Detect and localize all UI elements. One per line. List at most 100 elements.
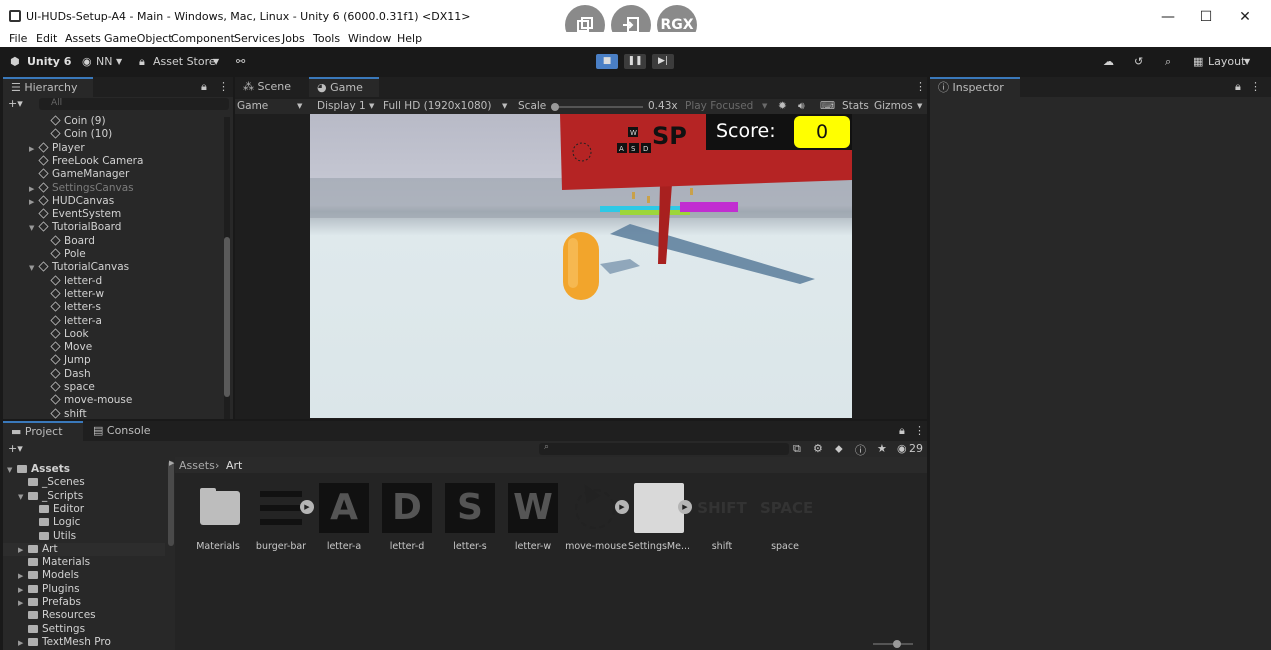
layout-dropdown[interactable]: Layout <box>1208 55 1245 68</box>
tab-hierarchy[interactable]: ☰ Hierarchy <box>3 77 93 97</box>
expand-right-icon[interactable]: ▶ <box>18 572 28 580</box>
asset-item[interactable]: ▶ move-mouse <box>563 480 629 552</box>
expand-right-icon[interactable]: ▶ <box>29 198 39 206</box>
zoom-slider-handle[interactable] <box>893 640 901 648</box>
lock-icon[interactable]: 🔒︎ <box>899 424 905 438</box>
hierarchy-item[interactable]: letter-w <box>41 288 104 301</box>
star-icon[interactable]: ★ <box>877 442 887 455</box>
expand-right-icon[interactable]: ▶ <box>18 599 28 607</box>
tab-game[interactable]: ◕ Game <box>309 77 379 97</box>
info-circle-icon[interactable]: ⓘ <box>855 442 866 458</box>
lock-icon[interactable]: 🔒︎ <box>1235 80 1241 94</box>
search-icon[interactable]: ⌕ <box>1165 55 1171 69</box>
hierarchy-item[interactable]: ▼ TutorialBoard <box>29 221 121 234</box>
expand-right-icon[interactable]: ▶ <box>18 586 28 594</box>
history-icon[interactable]: ↺ <box>1134 55 1143 68</box>
pause-button[interactable]: ❚❚ <box>624 54 646 69</box>
expand-right-icon[interactable]: ▶ <box>18 546 28 554</box>
asset-store-button[interactable]: Asset Store <box>153 55 216 68</box>
hierarchy-item[interactable]: EventSystem <box>29 208 121 221</box>
close-button[interactable]: ✕ <box>1226 6 1264 28</box>
scale-slider[interactable] <box>551 103 643 111</box>
hierarchy-search-input[interactable]: All <box>39 98 229 110</box>
kebab-menu-icon[interactable]: ⋮ <box>915 80 926 93</box>
play-focused-dropdown[interactable]: Play Focused <box>685 100 753 112</box>
hierarchy-item[interactable]: space <box>41 381 95 394</box>
hierarchy-item[interactable]: Board <box>41 235 95 248</box>
hierarchy-scrollbar[interactable] <box>224 117 230 419</box>
asset-item[interactable]: Sletter-s <box>437 483 503 552</box>
hierarchy-item[interactable]: ▶ SettingsCanvas <box>29 182 134 195</box>
maximize-button[interactable]: ☐ <box>1187 6 1225 28</box>
hierarchy-item[interactable]: ▶ Player <box>29 142 85 155</box>
audio-icon[interactable]: 🔊︎ <box>798 100 805 113</box>
project-tree-item[interactable]: ▶ Art <box>3 542 165 556</box>
hierarchy-item[interactable]: letter-a <box>41 315 102 328</box>
asset-item[interactable]: ▶ burger-bar <box>248 483 314 552</box>
asset-item[interactable]: ▶ SettingsMe... <box>626 483 692 552</box>
project-tree-item[interactable]: ▶ Plugins <box>3 583 165 596</box>
cloud-icon[interactable]: ☁ <box>1103 55 1114 68</box>
asset-item[interactable]: Dletter-d <box>374 483 440 552</box>
hierarchy-item[interactable]: Coin (9) <box>41 115 106 128</box>
breadcrumb-assets[interactable]: Assets <box>179 459 215 472</box>
menu-help[interactable]: Help <box>397 32 422 45</box>
view-dropdown[interactable]: Game <box>237 100 268 112</box>
scrollbar-thumb[interactable] <box>224 237 230 397</box>
account-dropdown[interactable]: NN <box>96 55 112 68</box>
scale-slider-handle[interactable] <box>551 103 559 111</box>
hierarchy-item[interactable]: Move <box>41 341 92 354</box>
project-tree-item[interactable]: ▼ _Scripts <box>3 490 165 503</box>
hierarchy-item[interactable]: shift <box>41 408 87 421</box>
menu-file[interactable]: File <box>9 32 27 45</box>
project-tree-item[interactable]: ▶ Models <box>3 569 165 582</box>
expand-down-icon[interactable]: ▼ <box>18 493 28 501</box>
project-tree-item[interactable]: Editor <box>3 503 165 516</box>
keyboard-icon[interactable]: ⌨ <box>820 100 835 112</box>
zoom-slider[interactable] <box>873 640 913 648</box>
step-button[interactable]: ▶| <box>652 54 674 69</box>
kebab-menu-icon[interactable]: ⋮ <box>914 424 925 437</box>
filter-icon[interactable]: ⧉ <box>793 442 801 456</box>
hierarchy-item[interactable]: Coin (10) <box>41 128 112 141</box>
tab-console[interactable]: ▤ Console <box>85 421 165 441</box>
resolution-dropdown[interactable]: Full HD (1920x1080) <box>383 100 491 112</box>
menu-edit[interactable]: Edit <box>36 32 57 45</box>
menu-component[interactable]: Component <box>171 32 235 45</box>
menu-gameobject[interactable]: GameObject <box>104 32 173 45</box>
stats-button[interactable]: Stats <box>842 100 869 112</box>
add-icon[interactable]: +▾ <box>8 442 23 455</box>
expand-right-icon[interactable]: ▶ <box>18 639 28 647</box>
project-tree-item[interactable]: Utils <box>3 530 165 543</box>
hierarchy-item[interactable]: Pole <box>41 248 86 261</box>
menu-jobs[interactable]: Jobs <box>282 32 305 45</box>
hierarchy-item[interactable]: Dash <box>41 368 91 381</box>
add-icon[interactable]: +▾ <box>8 97 23 110</box>
menu-services[interactable]: Services <box>234 32 280 45</box>
label-icon[interactable]: ⬥ <box>835 442 843 456</box>
lock-icon[interactable]: 🔒︎ <box>201 80 207 94</box>
asset-item[interactable]: SHIFT shift <box>689 483 755 552</box>
project-tree-item[interactable]: Settings <box>3 623 165 636</box>
tab-inspector[interactable]: ⓘ Inspector <box>930 77 1020 97</box>
game-viewport[interactable]: SP W A S D Score: 0 <box>310 114 852 418</box>
expand-right-icon[interactable]: ▶ <box>29 185 39 193</box>
unity-version-label[interactable]: Unity 6 <box>27 55 71 68</box>
asset-item[interactable]: Materials <box>185 483 251 552</box>
breadcrumb-art[interactable]: Art <box>226 459 242 472</box>
hierarchy-item[interactable]: letter-d <box>41 275 102 288</box>
hierarchy-item[interactable]: ▼ TutorialCanvas <box>29 261 129 274</box>
bug-icon[interactable]: ✹ <box>778 100 787 112</box>
kebab-menu-icon[interactable]: ⋮ <box>1250 80 1261 93</box>
project-tree-item[interactable]: ▶ TextMesh Pro <box>3 636 165 649</box>
menu-tools[interactable]: Tools <box>313 32 340 45</box>
hierarchy-item[interactable]: FreeLook Camera <box>29 155 143 168</box>
project-tree-item[interactable]: _Scenes <box>3 476 165 489</box>
hierarchy-item[interactable]: move-mouse <box>41 394 132 407</box>
tab-project[interactable]: ▬ Project <box>3 421 83 441</box>
kebab-menu-icon[interactable]: ⋮ <box>218 80 229 93</box>
expand-down-icon[interactable]: ▼ <box>7 466 17 474</box>
version-control-icon[interactable]: ⚯ <box>236 55 245 68</box>
tree-scrollbar-thumb[interactable] <box>168 461 174 546</box>
project-search-input[interactable]: ⌕ <box>539 442 789 455</box>
